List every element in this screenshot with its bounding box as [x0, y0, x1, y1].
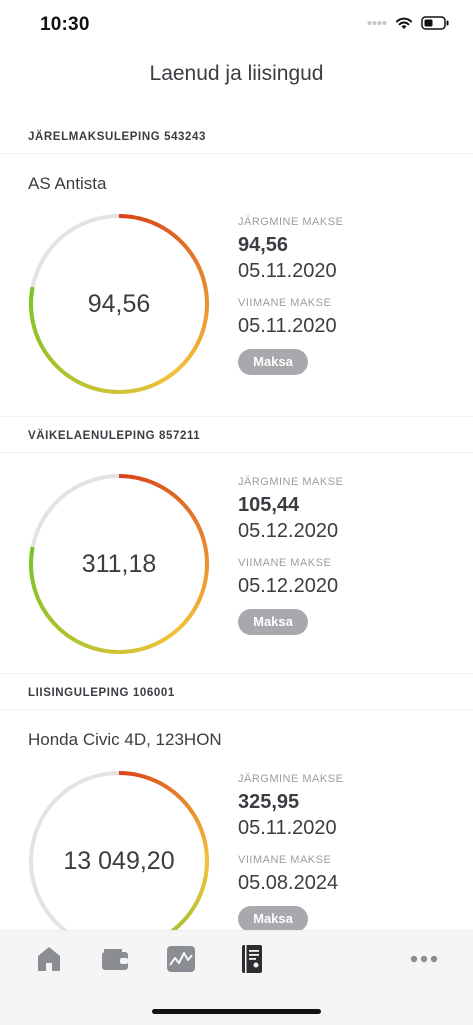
status-time: 10:30	[40, 14, 90, 36]
page-title: Laenud ja liisingud	[0, 62, 473, 86]
home-icon	[36, 945, 62, 973]
contract-header: LIISINGULEPING 106001	[0, 674, 473, 710]
last-payment-date: 05.12.2020	[238, 573, 343, 599]
last-payment-date: 05.08.2024	[238, 870, 343, 896]
wallet-icon	[100, 946, 130, 972]
pay-button[interactable]: Maksa	[238, 349, 308, 375]
next-payment-date: 05.11.2020	[238, 258, 343, 284]
chart-icon	[166, 945, 196, 973]
contract-title: Honda Civic 4D, 123HON	[28, 730, 222, 750]
remaining-balance: 13 049,20	[27, 769, 211, 930]
contract-card[interactable]: 311,18 JÄRGMINE MAKSE 105,44 05.12.2020 …	[0, 453, 473, 674]
next-payment-date: 05.11.2020	[238, 815, 343, 841]
next-payment-label: JÄRGMINE MAKSE	[238, 215, 343, 229]
tab-more[interactable]	[406, 943, 442, 975]
contract-header: JÄRELMAKSULEPING 543243	[0, 118, 473, 154]
contract-title: AS Antista	[28, 174, 106, 194]
contract-card[interactable]: AS Antista 94,56 JÄRGMINE MAKSE 94,56 05…	[0, 154, 473, 417]
last-payment-label: VIIMANE MAKSE	[238, 296, 343, 310]
contract-book-icon	[240, 944, 264, 974]
status-bar: 10:30	[0, 0, 473, 52]
battery-icon	[421, 16, 449, 30]
pay-button[interactable]: Maksa	[238, 609, 308, 635]
balance-ring: 94,56	[27, 212, 211, 396]
wifi-icon	[395, 16, 413, 30]
signal-icon	[367, 19, 387, 27]
tab-investments[interactable]	[163, 943, 199, 975]
tab-wallet[interactable]	[97, 943, 133, 975]
next-payment-label: JÄRGMINE MAKSE	[238, 475, 343, 489]
tab-home[interactable]	[31, 943, 67, 975]
pay-button[interactable]: Maksa	[238, 906, 308, 930]
contracts-list[interactable]: JÄRELMAKSULEPING 543243 AS Antista 94,56…	[0, 118, 473, 930]
last-payment-label: VIIMANE MAKSE	[238, 853, 343, 867]
payment-info: JÄRGMINE MAKSE 105,44 05.12.2020 VIIMANE…	[238, 475, 343, 635]
home-indicator	[152, 1009, 321, 1014]
balance-ring: 13 049,20	[27, 769, 211, 930]
last-payment-label: VIIMANE MAKSE	[238, 556, 343, 570]
next-payment-label: JÄRGMINE MAKSE	[238, 772, 343, 786]
contract-header: VÄIKELAENULEPING 857211	[0, 417, 473, 453]
next-payment-amount: 105,44	[238, 492, 343, 518]
balance-ring: 311,18	[27, 472, 211, 656]
remaining-balance: 311,18	[27, 472, 211, 656]
next-payment-amount: 325,95	[238, 789, 343, 815]
remaining-balance: 94,56	[27, 212, 211, 396]
tab-loans[interactable]	[234, 943, 270, 975]
status-icons	[367, 16, 449, 30]
payment-info: JÄRGMINE MAKSE 325,95 05.11.2020 VIIMANE…	[238, 772, 343, 930]
more-icon	[409, 955, 439, 963]
next-payment-amount: 94,56	[238, 232, 343, 258]
next-payment-date: 05.12.2020	[238, 518, 343, 544]
contract-card[interactable]: Honda Civic 4D, 123HON 13 049,20 JÄRGMIN…	[0, 710, 473, 930]
payment-info: JÄRGMINE MAKSE 94,56 05.11.2020 VIIMANE …	[238, 215, 343, 375]
last-payment-date: 05.11.2020	[238, 313, 343, 339]
